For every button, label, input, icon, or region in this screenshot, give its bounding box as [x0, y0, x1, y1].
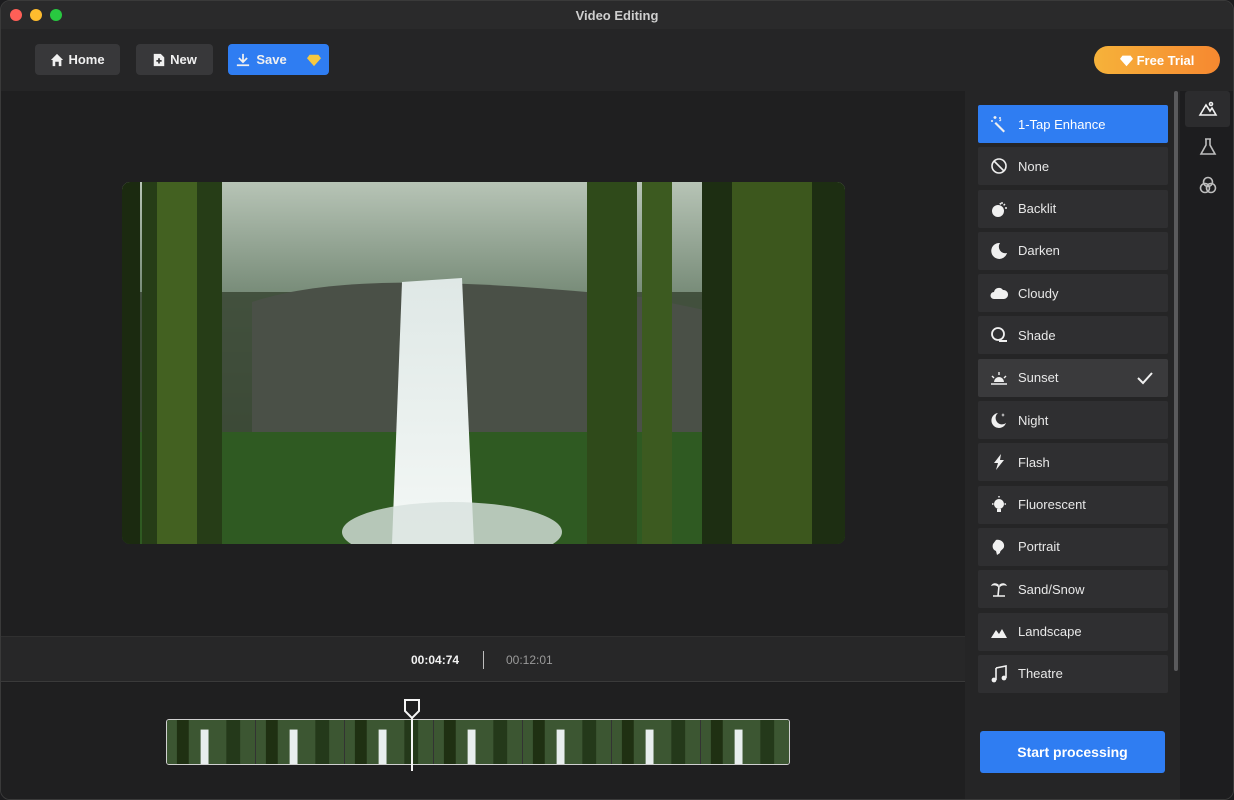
save-button-label: Save: [256, 52, 287, 67]
preset-portrait[interactable]: Portrait: [978, 527, 1168, 566]
preset-label: Portrait: [1018, 539, 1060, 555]
moon-icon: [990, 242, 1008, 260]
preset-label: Flash: [1018, 454, 1050, 470]
filmstrip-frame: [345, 720, 434, 764]
diamond-icon: [1119, 55, 1133, 66]
current-time: 00:04:74: [411, 653, 460, 667]
preset-panel: 1-Tap Enhance None Backlit Darken Cloudy: [965, 91, 1180, 799]
rail-enhance-tab[interactable]: [1185, 91, 1230, 127]
filmstrip[interactable]: [166, 719, 790, 765]
palm-tree-icon: [990, 580, 1008, 598]
preset-1-tap-enhance[interactable]: 1-Tap Enhance: [978, 105, 1168, 143]
minimize-window-button[interactable]: [30, 9, 42, 21]
preset-list: 1-Tap Enhance None Backlit Darken Cloudy: [978, 105, 1168, 703]
preset-label: Fluorescent: [1018, 497, 1086, 513]
download-icon: [237, 53, 250, 66]
color-circles-icon: [1199, 176, 1216, 194]
save-button[interactable]: Save: [228, 44, 329, 75]
none-icon: [990, 157, 1008, 175]
zoom-window-button[interactable]: [50, 9, 62, 21]
filmstrip-frame: [523, 720, 612, 764]
total-duration: 00:12:01: [506, 653, 553, 667]
time-divider: [483, 651, 484, 669]
new-button-label: New: [170, 52, 197, 67]
close-window-button[interactable]: [10, 9, 22, 21]
new-button[interactable]: New: [136, 44, 213, 75]
sunset-icon: [990, 369, 1008, 387]
preset-landscape[interactable]: Landscape: [978, 612, 1168, 651]
preset-list-scrollbar[interactable]: [1174, 91, 1178, 671]
video-preview[interactable]: [122, 182, 845, 544]
flash-icon: [990, 453, 1008, 471]
checkmark-icon: [1137, 372, 1153, 385]
preset-flash[interactable]: Flash: [978, 443, 1168, 482]
preset-shade[interactable]: Shade: [978, 316, 1168, 355]
enhance-mountain-icon: [1198, 101, 1217, 116]
diamond-icon: [306, 54, 321, 66]
title-bar: Video Editing: [1, 1, 1233, 29]
toolbar: Home New Save Free Trial: [1, 29, 1233, 91]
cloud-icon: [990, 284, 1008, 302]
app-window: Video Editing Home New Save Free Trial 0…: [0, 0, 1234, 800]
filmstrip-frame: [434, 720, 523, 764]
window-controls: [10, 9, 62, 21]
home-button-label: Home: [68, 52, 105, 67]
backlit-icon: [990, 200, 1008, 218]
preset-label: None: [1018, 158, 1050, 174]
preset-label: Theatre: [1018, 666, 1063, 682]
time-bar: 00:04:74 00:12:01: [1, 636, 965, 682]
preset-label: Cloudy: [1018, 285, 1059, 301]
preset-label: Landscape: [1018, 624, 1082, 640]
rail-color-tab[interactable]: [1185, 167, 1230, 203]
preset-label: Sand/Snow: [1018, 581, 1085, 597]
portrait-icon: [990, 538, 1008, 556]
bulb-icon: [990, 495, 1008, 514]
filmstrip-frame: [701, 720, 789, 764]
preset-label: Backlit: [1018, 201, 1057, 217]
mountain-icon: [990, 623, 1008, 641]
preset-fluorescent[interactable]: Fluorescent: [978, 485, 1168, 524]
free-trial-label: Free Trial: [1136, 52, 1195, 68]
preset-darken[interactable]: Darken: [978, 231, 1168, 270]
rail-flask-tab[interactable]: [1185, 129, 1230, 165]
music-note-icon: [990, 664, 1008, 683]
preset-label: 1-Tap Enhance: [1018, 116, 1106, 132]
preset-label: Sunset: [1018, 370, 1059, 386]
home-button[interactable]: Home: [35, 44, 120, 75]
preset-label: Darken: [1018, 243, 1060, 259]
preset-night[interactable]: Night: [978, 401, 1168, 440]
night-icon: [990, 411, 1008, 429]
filmstrip-frame: [256, 720, 345, 764]
filmstrip-frame: [167, 720, 256, 764]
preset-sand-snow[interactable]: Sand/Snow: [978, 570, 1168, 609]
new-file-icon: [153, 53, 165, 66]
magic-wand-icon: [990, 115, 1008, 133]
playhead-handle[interactable]: [403, 699, 421, 719]
filmstrip-frame: [612, 720, 701, 764]
preset-theatre[interactable]: Theatre: [978, 654, 1168, 693]
preset-label: Night: [1018, 412, 1049, 428]
preset-sunset[interactable]: Sunset: [978, 358, 1168, 397]
free-trial-button[interactable]: Free Trial: [1094, 46, 1220, 74]
flask-icon: [1199, 138, 1216, 155]
window-title: Video Editing: [575, 7, 659, 23]
timeline: [1, 683, 965, 799]
tool-rail: [1180, 91, 1233, 799]
preset-backlit[interactable]: Backlit: [978, 189, 1168, 228]
home-icon: [51, 53, 64, 66]
start-processing-button[interactable]: Start processing: [980, 731, 1165, 773]
preview-area: [1, 91, 965, 636]
preset-cloudy[interactable]: Cloudy: [978, 274, 1168, 313]
preset-none[interactable]: None: [978, 147, 1168, 186]
waterfall-frame-image: [122, 182, 845, 544]
shade-icon: [990, 326, 1008, 344]
preset-label: Shade: [1018, 327, 1056, 343]
